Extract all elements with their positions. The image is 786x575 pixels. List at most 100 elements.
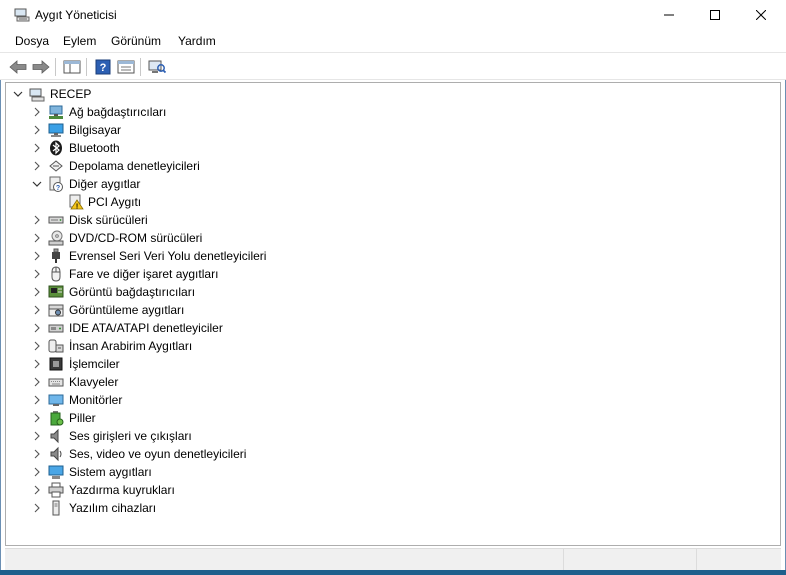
- chevron-right-icon[interactable]: [32, 215, 42, 225]
- tree-item[interactable]: Piller: [6, 409, 776, 427]
- speaker-icon: [48, 428, 64, 444]
- minimize-button[interactable]: [646, 0, 692, 30]
- help-button[interactable]: ?: [93, 57, 113, 77]
- close-button[interactable]: [738, 0, 784, 30]
- chevron-right-icon[interactable]: [32, 287, 42, 297]
- tree-item[interactable]: İnsan Arabirim Aygıtları: [6, 337, 776, 355]
- chevron-right-icon[interactable]: [32, 377, 42, 387]
- menu-eylem[interactable]: Eylem: [63, 34, 96, 48]
- chevron-right-icon[interactable]: [32, 323, 42, 333]
- dvd-drive-icon: [48, 230, 64, 246]
- tree-item-label: İnsan Arabirim Aygıtları: [69, 339, 193, 353]
- toolbar-separator: [86, 58, 87, 76]
- chevron-right-icon[interactable]: [32, 359, 42, 369]
- tree-item-label: Diğer aygıtlar: [69, 177, 141, 191]
- tree-item[interactable]: Evrensel Seri Veri Yolu denetleyicileri: [6, 247, 776, 265]
- chevron-right-icon[interactable]: [32, 413, 42, 423]
- chevron-right-icon[interactable]: [32, 431, 42, 441]
- tree-item-label: Ses, video ve oyun denetleyicileri: [69, 447, 247, 461]
- toolbar: ?: [0, 52, 786, 80]
- tree-item[interactable]: Yazdırma kuyrukları: [6, 481, 776, 499]
- tree-item-label: IDE ATA/ATAPI denetleyiciler: [69, 321, 223, 335]
- disk-drive-icon: [48, 212, 64, 228]
- properties-button[interactable]: [116, 57, 136, 77]
- tree-item-label: Piller: [69, 411, 96, 425]
- usb-icon: [48, 248, 64, 264]
- tree-item[interactable]: Monitörler: [6, 391, 776, 409]
- chevron-right-icon[interactable]: [32, 107, 42, 117]
- processor-icon: [48, 356, 64, 372]
- scan-hardware-button[interactable]: [147, 57, 167, 77]
- close-icon: [756, 10, 766, 20]
- chevron-right-icon[interactable]: [32, 161, 42, 171]
- svg-text:!: !: [76, 203, 78, 210]
- tree-item[interactable]: Yazılım cihazları: [6, 499, 776, 517]
- menu-gorunum[interactable]: Görünüm: [111, 34, 161, 48]
- menu-dosya[interactable]: Dosya: [15, 34, 49, 48]
- chevron-right-icon[interactable]: [32, 251, 42, 261]
- tree-item[interactable]: Ağ bağdaştırıcıları: [6, 103, 776, 121]
- tree-item[interactable]: Depolama denetleyicileri: [6, 157, 776, 175]
- chevron-right-icon[interactable]: [32, 395, 42, 405]
- maximize-button[interactable]: [692, 0, 738, 30]
- toolbar-separator: [55, 58, 56, 76]
- tree-item-label: Yazılım cihazları: [69, 501, 157, 515]
- scan-hardware-icon: [148, 60, 166, 74]
- bluetooth-icon: [48, 140, 64, 156]
- back-arrow-icon: [9, 60, 27, 74]
- tree-item[interactable]: Görüntü bağdaştırıcıları: [6, 283, 776, 301]
- chevron-right-icon[interactable]: [32, 269, 42, 279]
- keyboard-icon: [48, 374, 64, 390]
- chevron-right-icon[interactable]: [32, 125, 42, 135]
- chevron-right-icon[interactable]: [32, 467, 42, 477]
- tree-item[interactable]: Sistem aygıtları: [6, 463, 776, 481]
- window-bottom-edge: [0, 570, 786, 575]
- chevron-down-icon[interactable]: [13, 89, 23, 99]
- tree-item[interactable]: Fare ve diğer işaret aygıtları: [6, 265, 776, 283]
- chevron-down-icon[interactable]: [32, 179, 42, 189]
- back-button[interactable]: [8, 57, 28, 77]
- minimize-icon: [664, 14, 674, 16]
- tree-item-label: Fare ve diğer işaret aygıtları: [69, 267, 219, 281]
- tree-item[interactable]: IDE ATA/ATAPI denetleyiciler: [6, 319, 776, 337]
- tree-item-label: Görüntüleme aygıtları: [69, 303, 185, 317]
- tree-item-label: PCI Aygıtı: [88, 195, 142, 209]
- tree-item[interactable]: DVD/CD-ROM sürücüleri: [6, 229, 776, 247]
- battery-icon: [48, 410, 64, 426]
- device-tree[interactable]: RECEP Ağ bağdaştırıcıları Bilgisayar Blu…: [5, 82, 781, 546]
- forward-button[interactable]: [31, 57, 51, 77]
- tree-item[interactable]: Bluetooth: [6, 139, 776, 157]
- chevron-right-icon[interactable]: [32, 305, 42, 315]
- toolbar-separator: [140, 58, 141, 76]
- tree-item-label: Bluetooth: [69, 141, 120, 155]
- tree-item-label: Klavyeler: [69, 375, 119, 389]
- maximize-icon: [710, 10, 720, 20]
- tree-item-label: DVD/CD-ROM sürücüleri: [69, 231, 203, 245]
- computer-icon: [29, 86, 45, 102]
- chevron-right-icon[interactable]: [32, 233, 42, 243]
- chevron-right-icon[interactable]: [32, 485, 42, 495]
- svg-text:?: ?: [100, 62, 107, 74]
- tree-item[interactable]: Klavyeler: [6, 373, 776, 391]
- tree-child-item[interactable]: ! PCI Aygıtı: [6, 193, 776, 211]
- chevron-right-icon[interactable]: [32, 449, 42, 459]
- show-hide-console-tree-button[interactable]: [62, 57, 82, 77]
- chevron-right-icon[interactable]: [32, 341, 42, 351]
- tree-item-label: Görüntü bağdaştırıcıları: [69, 285, 196, 299]
- tree-item[interactable]: İşlemciler: [6, 355, 776, 373]
- menu-yardim[interactable]: Yardım: [178, 34, 216, 48]
- properties-icon: [117, 60, 135, 74]
- chevron-right-icon[interactable]: [32, 143, 42, 153]
- tree-item[interactable]: ? Diğer aygıtlar: [6, 175, 776, 193]
- mouse-icon: [48, 266, 64, 282]
- tree-item-label: Ağ bağdaştırıcıları: [69, 105, 167, 119]
- tree-item[interactable]: Görüntüleme aygıtları: [6, 301, 776, 319]
- chevron-right-icon[interactable]: [32, 503, 42, 513]
- tree-item[interactable]: Bilgisayar: [6, 121, 776, 139]
- help-icon: ?: [95, 59, 111, 75]
- tree-item[interactable]: Disk sürücüleri: [6, 211, 776, 229]
- tree-item[interactable]: Ses girişleri ve çıkışları: [6, 427, 776, 445]
- status-bar: [5, 548, 781, 571]
- tree-item[interactable]: Ses, video ve oyun denetleyicileri: [6, 445, 776, 463]
- tree-root[interactable]: RECEP: [6, 85, 776, 103]
